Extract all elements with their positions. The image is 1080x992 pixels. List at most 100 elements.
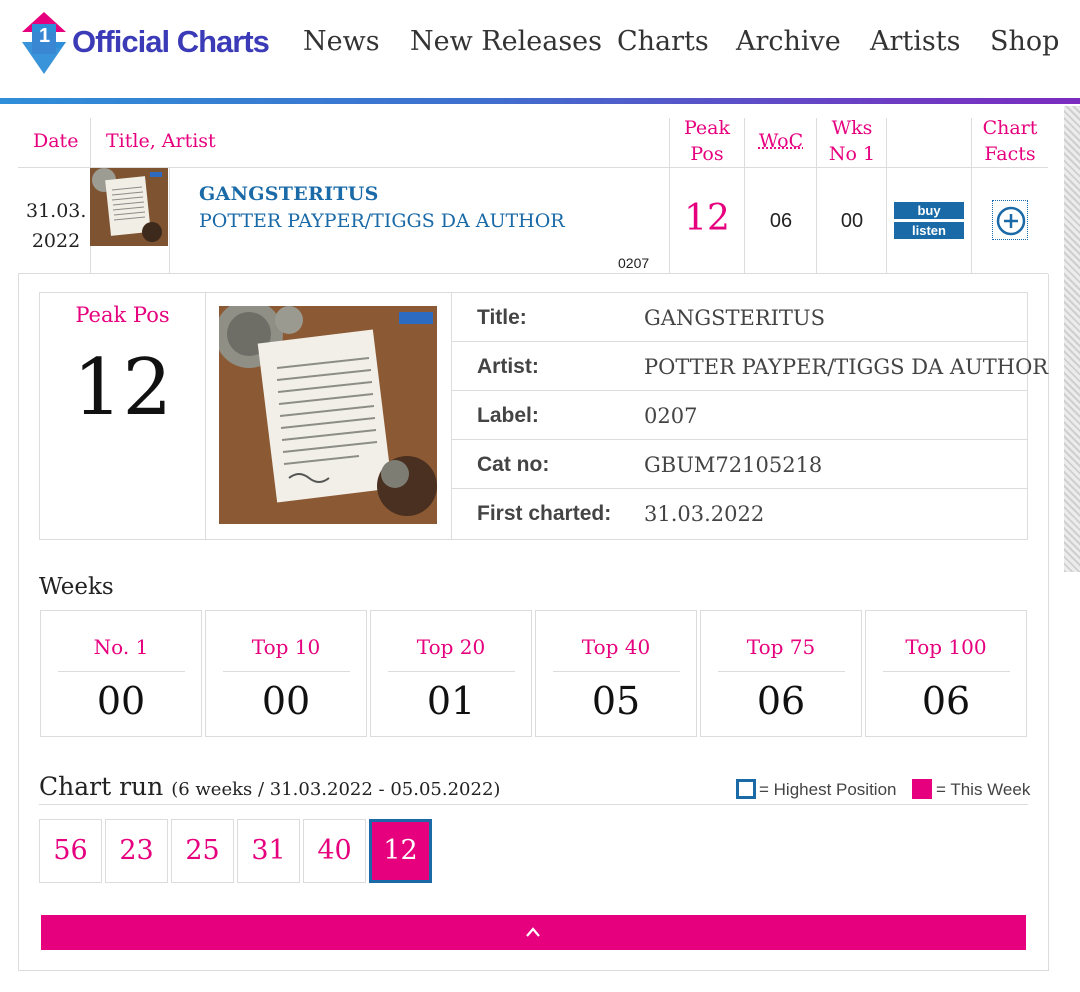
week-label: Top 75	[746, 635, 816, 659]
week-label: Top 40	[581, 635, 651, 659]
week-label: Top 20	[416, 635, 486, 659]
main-nav: News New Releases Charts Archive Artists…	[0, 26, 1080, 62]
header-facts-line1: Chart	[982, 117, 1038, 139]
header-divider	[886, 118, 887, 168]
chart-run-week-1[interactable]: 56	[39, 819, 102, 883]
week-label: No. 1	[93, 635, 149, 659]
row-date-line1: 31.03.	[26, 200, 87, 222]
info-row-artist: Artist: POTTER PAYPER/TIGGS DA AUTHOR	[452, 342, 1048, 391]
peak-value: 12	[72, 343, 173, 433]
listen-button[interactable]: listen	[894, 222, 964, 239]
chart-facts-toggle[interactable]	[992, 200, 1028, 240]
chevron-up-icon	[526, 927, 540, 937]
peak-label: Peak Pos	[75, 303, 170, 327]
chart-run-week-3[interactable]: 25	[171, 819, 234, 883]
row-label: 0207	[618, 255, 650, 271]
chart-run-divider	[39, 804, 1028, 805]
nav-artists[interactable]: Artists	[870, 26, 960, 57]
chart-run-week-5[interactable]: 40	[303, 819, 366, 883]
info-key: First charted:	[477, 502, 612, 525]
week-label: Top 100	[905, 635, 987, 659]
buy-button[interactable]: buy	[894, 202, 964, 219]
row-cover-thumbnail[interactable]	[90, 168, 168, 246]
info-value: 0207	[644, 404, 698, 428]
week-value: 00	[96, 679, 146, 723]
header-title-artist: Title, Artist	[106, 130, 216, 152]
weeks-box-top10: Top 10 00	[205, 610, 367, 737]
weeks-box-no1: No. 1 00	[40, 610, 202, 737]
scrollbar[interactable]	[1062, 104, 1080, 992]
week-divider	[223, 671, 350, 672]
header-wks-line1: Wks	[831, 117, 873, 139]
info-value: GANGSTERITUS	[644, 306, 826, 330]
week-value: 06	[756, 679, 806, 723]
nav-news[interactable]: News	[303, 26, 380, 57]
cover-art-icon	[219, 306, 437, 524]
row-wks-no1: 00	[840, 210, 864, 232]
row-divider	[169, 168, 170, 274]
info-row-cat-no: Cat no: GBUM72105218	[452, 440, 1027, 489]
nav-charts[interactable]: Charts	[617, 26, 709, 57]
weeks-box-top40: Top 40 05	[535, 610, 697, 737]
track-info-table: Title: GANGSTERITUS Artist: POTTER PAYPE…	[451, 292, 1048, 540]
row-divider	[971, 168, 972, 274]
weeks-box-top75: Top 75 06	[700, 610, 862, 737]
plus-circle-icon	[996, 206, 1026, 236]
row-date: 31.03. 2022	[26, 196, 86, 256]
header-facts-line2: Facts	[984, 143, 1036, 165]
row-woc: 06	[769, 210, 793, 232]
info-value: POTTER PAYPER/TIGGS DA AUTHOR	[644, 355, 1049, 379]
cover-art-thumb-icon	[90, 168, 168, 246]
header-chart-facts: Chart Facts	[972, 115, 1048, 167]
row-artist-link[interactable]: POTTER PAYPER/TIGGS DA AUTHOR	[199, 210, 565, 232]
chart-run-heading: Chart run (6 weeks / 31.03.2022 - 05.05.…	[39, 772, 500, 801]
chart-row: 31.03. 2022 GANGSTERITUS POTTER PAYPER/T…	[18, 168, 1048, 274]
header-peak-pos: Peak Pos	[670, 115, 744, 167]
legend-highest-swatch	[736, 779, 756, 799]
chart-run-week-2[interactable]: 23	[105, 819, 168, 883]
header-peak-line1: Peak	[683, 117, 730, 139]
week-value: 01	[426, 679, 476, 723]
week-label: Top 10	[251, 635, 321, 659]
nav-shop[interactable]: Shop	[990, 26, 1059, 57]
week-divider	[388, 671, 515, 672]
chart-table-header: Date Title, Artist Peak Pos WoC Wks No 1…	[18, 115, 1048, 168]
info-row-first-charted: First charted: 31.03.2022	[452, 489, 1027, 538]
info-key: Label:	[477, 404, 539, 427]
cover-art-large	[219, 306, 437, 524]
nav-new-releases[interactable]: New Releases	[410, 26, 602, 57]
legend-highest-position: = Highest Position	[759, 780, 897, 799]
chart-run-week-4[interactable]: 31	[237, 819, 300, 883]
header-date: Date	[33, 130, 79, 152]
site-header: 1 Official Charts News New Releases Char…	[0, 0, 1080, 100]
weeks-box-top100: Top 100 06	[865, 610, 1027, 737]
header-wks-no1: Wks No 1	[817, 115, 887, 167]
header-wks-line2: No 1	[828, 143, 876, 165]
chart-run-week-6-current[interactable]: 12	[369, 819, 432, 883]
info-value: GBUM72105218	[644, 453, 823, 477]
weeks-heading: Weeks	[39, 574, 114, 600]
info-key: Cat no:	[477, 453, 550, 476]
legend-this-week-swatch	[912, 779, 932, 799]
nav-archive[interactable]: Archive	[736, 26, 841, 57]
header-peak-line2: Pos	[690, 143, 724, 165]
week-value: 06	[921, 679, 971, 723]
info-value: 31.03.2022	[644, 502, 765, 526]
legend-this-week: = This Week	[936, 780, 1031, 799]
info-row-label: Label: 0207	[452, 391, 1027, 440]
peak-position-box: Peak Pos 12	[39, 292, 206, 540]
row-title-link[interactable]: GANGSTERITUS	[199, 183, 379, 205]
week-divider	[883, 671, 1010, 672]
collapse-panel-button[interactable]	[41, 915, 1026, 950]
info-row-title: Title: GANGSTERITUS	[452, 293, 1027, 342]
week-divider	[553, 671, 680, 672]
header-woc[interactable]: WoC	[745, 128, 817, 154]
chart-run-title: Chart run	[39, 772, 164, 801]
row-date-line2: 2022	[31, 230, 81, 252]
row-divider	[886, 168, 887, 274]
week-value: 05	[591, 679, 641, 723]
info-key: Artist:	[477, 355, 539, 378]
header-divider	[90, 118, 91, 168]
scrollbar-thumb[interactable]	[1064, 106, 1080, 572]
weeks-box-top20: Top 20 01	[370, 610, 532, 737]
